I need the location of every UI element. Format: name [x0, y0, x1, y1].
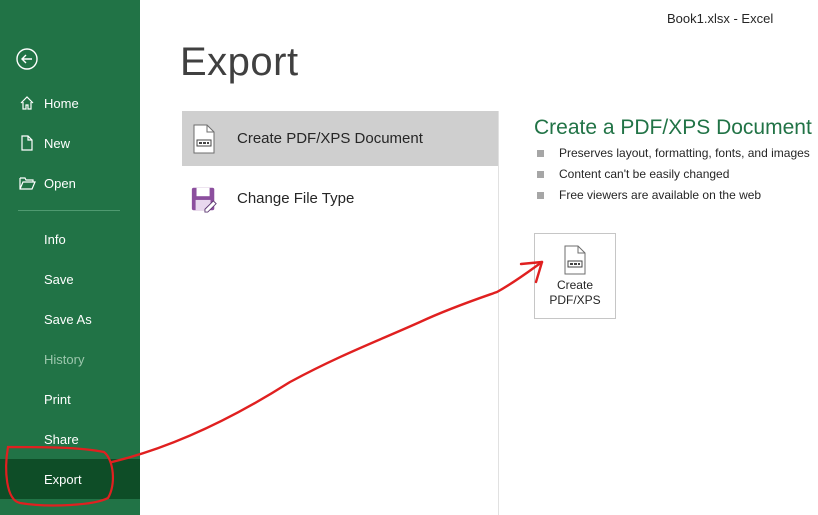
option-change-file-type[interactable]: Change File Type: [182, 171, 498, 226]
sidebar-item-save[interactable]: Save: [0, 259, 140, 299]
sidebar-item-label: Save As: [44, 311, 92, 327]
back-button[interactable]: [15, 47, 39, 71]
button-label: Create PDF/XPS: [549, 278, 600, 308]
bullet-text: Free viewers are available on the web: [559, 188, 762, 202]
option-label: Create PDF/XPS Document: [237, 130, 423, 147]
sidebar-item-print[interactable]: Print: [0, 379, 140, 419]
bullet-icon: [537, 150, 544, 157]
option-label: Change File Type: [237, 190, 355, 207]
open-folder-icon: [18, 174, 36, 192]
detail-title: Create a PDF/XPS Document: [534, 116, 812, 139]
create-pdf-xps-button[interactable]: Create PDF/XPS: [534, 233, 616, 319]
pane-divider: [498, 111, 499, 515]
sidebar-item-new[interactable]: New: [0, 123, 140, 163]
sidebar-item-label: Info: [44, 231, 66, 247]
bullet-text: Preserves layout, formatting, fonts, and…: [559, 146, 810, 160]
pdf-document-icon: [563, 245, 587, 275]
home-icon: [18, 94, 36, 112]
sidebar-item-export[interactable]: Export: [0, 459, 140, 499]
bullet-icon: [537, 171, 544, 178]
list-item: Preserves layout, formatting, fonts, and…: [537, 143, 810, 164]
detail-bullet-list: Preserves layout, formatting, fonts, and…: [537, 143, 810, 206]
sidebar-divider: [18, 210, 120, 211]
list-item: Free viewers are available on the web: [537, 185, 810, 206]
sidebar-item-label: Home: [44, 95, 79, 111]
bullet-text: Content can't be easily changed: [559, 167, 730, 181]
sidebar-item-label: New: [44, 135, 71, 151]
sidebar-item-label: Save: [44, 271, 74, 287]
annotation-arrow-line: [110, 260, 544, 464]
window-title: Book1.xlsx - Excel: [667, 11, 774, 26]
save-as-icon: [190, 182, 218, 216]
sidebar-item-share[interactable]: Share: [0, 419, 140, 459]
sidebar-item-open[interactable]: Open: [0, 163, 140, 203]
sidebar-item-label: Export: [44, 471, 82, 487]
back-arrow-icon: [16, 48, 38, 70]
sidebar-item-history: History: [0, 339, 140, 379]
list-item: Content can't be easily changed: [537, 164, 810, 185]
pdf-document-icon: [190, 122, 218, 156]
sidebar-item-label: Open: [44, 175, 76, 191]
bullet-icon: [537, 192, 544, 199]
option-create-pdf-xps[interactable]: Create PDF/XPS Document: [182, 111, 498, 166]
sidebar-item-label: Share: [44, 431, 79, 447]
sidebar-item-label: Print: [44, 391, 71, 407]
page-title: Export: [180, 40, 299, 84]
sidebar-item-info[interactable]: Info: [0, 219, 140, 259]
new-document-icon: [18, 134, 36, 152]
sidebar-item-home[interactable]: Home: [0, 83, 140, 123]
sidebar-item-label: History: [44, 351, 85, 367]
button-label-line1: Create: [556, 278, 593, 292]
backstage-sidebar: Home New Open Info Save Save As History …: [0, 0, 140, 515]
button-label-line2: PDF/XPS: [549, 293, 601, 307]
sidebar-item-save-as[interactable]: Save As: [0, 299, 140, 339]
